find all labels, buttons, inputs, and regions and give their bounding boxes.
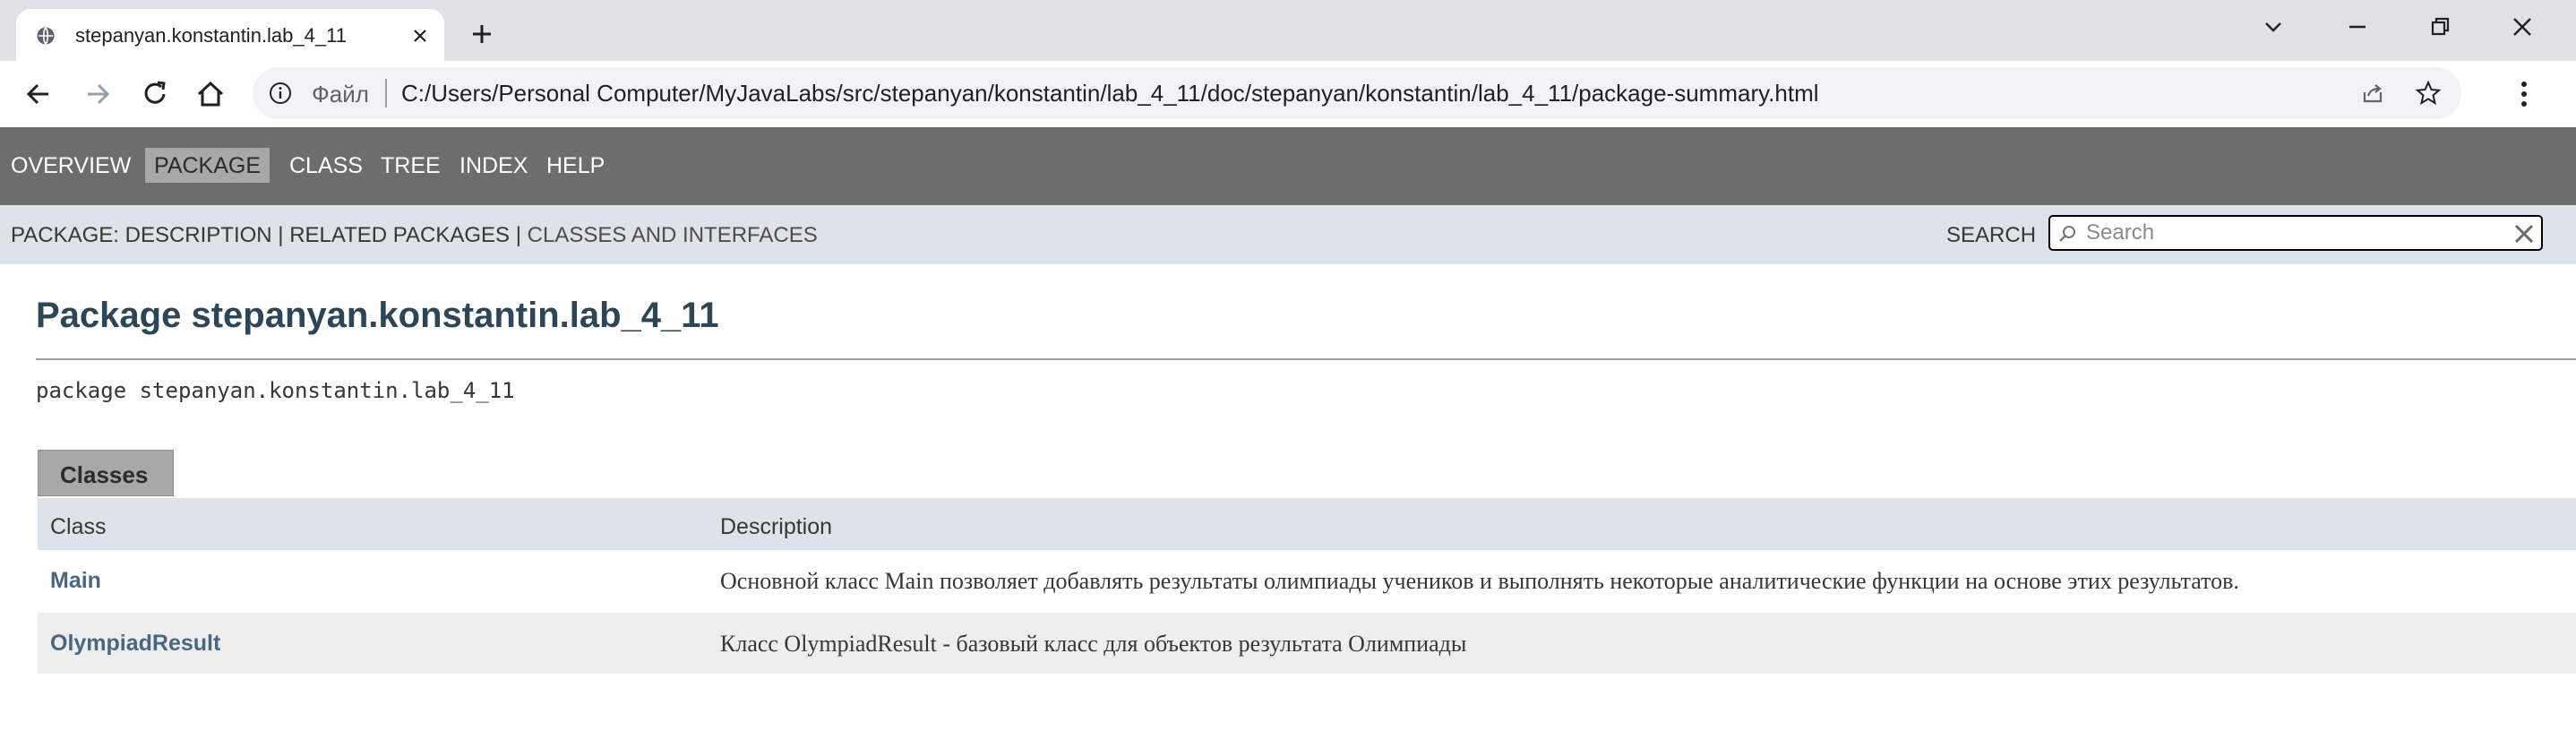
minimize-icon[interactable] [2341, 11, 2374, 43]
nav-overview[interactable]: OVERVIEW [11, 153, 131, 179]
browser-tab[interactable]: stepanyan.konstantin.lab_4_11 [16, 9, 444, 61]
page-title: Package stepanyan.konstantin.lab_4_11 [36, 296, 719, 335]
tab-search-chevron-icon[interactable] [2257, 11, 2289, 43]
table-header: Class Description [38, 498, 2576, 550]
subnav-separator: | [278, 223, 284, 247]
class-link-main[interactable]: Main [50, 568, 101, 594]
search-box[interactable] [2048, 215, 2543, 251]
nav-tree[interactable]: TREE [381, 153, 441, 179]
search-label: SEARCH [1946, 223, 2037, 247]
scheme-label: Файл [312, 81, 369, 108]
search-input[interactable] [2086, 219, 2507, 246]
more-options-icon[interactable] [2508, 77, 2540, 111]
back-icon[interactable] [21, 77, 56, 111]
caption-label: Classes [60, 461, 149, 488]
header-class: Class [50, 514, 107, 539]
omnibox-divider [385, 79, 387, 108]
subnav-links: PACKAGE: DESCRIPTION | RELATED PACKAGES … [11, 223, 818, 248]
class-description: Основной класс Main позволяет добавлять … [720, 568, 2239, 594]
title-divider [36, 358, 2576, 360]
url-text[interactable]: C:/Users/Personal Computer/MyJavaLabs/sr… [401, 80, 1819, 108]
bookmark-star-icon[interactable] [2415, 80, 2442, 107]
nav-index[interactable]: INDEX [459, 153, 528, 179]
globe-icon [37, 27, 55, 45]
classes-caption-tab: Classes [38, 450, 174, 496]
class-description: Класс OlympiadResult - базовый класс для… [720, 631, 1467, 657]
clear-search-icon[interactable] [2512, 222, 2536, 245]
table-row: Main Основной класс Main позволяет добав… [38, 550, 2576, 613]
browser-toolbar: Файл C:/Users/Personal Computer/MyJavaLa… [0, 61, 2576, 128]
forward-icon[interactable] [81, 77, 115, 111]
javadoc-sub-nav: PACKAGE: DESCRIPTION | RELATED PACKAGES … [0, 205, 2576, 264]
nav-package-active: PACKAGE [145, 148, 270, 183]
class-link-olympiadresult[interactable]: OlympiadResult [50, 631, 220, 657]
search-icon [2059, 226, 2075, 242]
nav-help[interactable]: HELP [546, 153, 605, 179]
share-icon[interactable] [2359, 80, 2386, 107]
address-bar[interactable]: Файл C:/Users/Personal Computer/MyJavaLa… [253, 67, 2461, 119]
reload-icon[interactable] [138, 77, 172, 111]
nav-class[interactable]: CLASS [289, 153, 363, 179]
restore-icon[interactable] [2424, 11, 2456, 43]
subnav-prefix: PACKAGE: [11, 223, 119, 247]
info-icon[interactable] [269, 82, 292, 105]
subnav-classes-link[interactable]: CLASSES AND INTERFACES [528, 223, 818, 247]
close-window-icon[interactable] [2506, 11, 2538, 43]
subnav-separator: | [515, 223, 521, 247]
table-row: OlympiadResult Класс OlympiadResult - ба… [38, 613, 2576, 674]
tab-title: stepanyan.konstantin.lab_4_11 [75, 24, 347, 47]
javadoc-top-nav: OVERVIEW PACKAGE CLASS TREE INDEX HELP [0, 127, 2576, 205]
header-description: Description [720, 514, 833, 539]
home-icon[interactable] [193, 77, 228, 111]
subnav-related-link[interactable]: RELATED PACKAGES [289, 223, 510, 247]
package-declaration: package stepanyan.konstantin.lab_4_11 [36, 378, 515, 403]
close-tab-icon[interactable] [410, 26, 430, 46]
new-tab-icon[interactable] [464, 16, 500, 52]
subnav-description-link[interactable]: DESCRIPTION [125, 223, 272, 247]
tab-strip: stepanyan.konstantin.lab_4_11 [0, 0, 2576, 61]
